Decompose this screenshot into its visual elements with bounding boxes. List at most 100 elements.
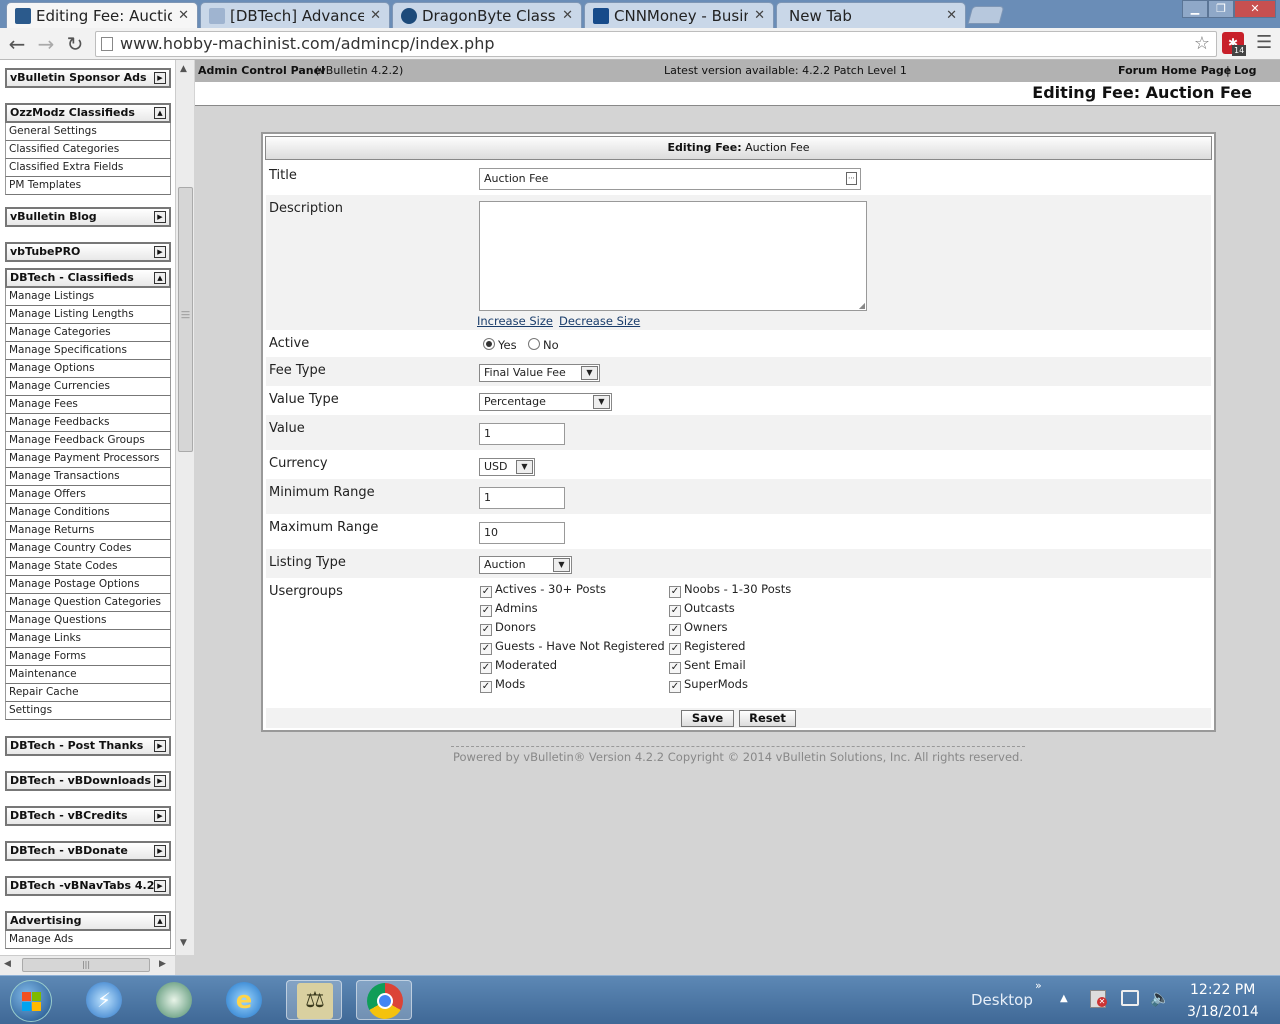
sidebar-item[interactable]: General Settings [5,123,171,141]
sidebar-item[interactable]: PM Templates [5,177,171,195]
desktop-label[interactable]: Desktop [971,991,1033,1009]
sidebar-group-header[interactable]: vBulletin Blog ▶ [5,207,171,227]
action-center-icon[interactable]: ✕ [1090,990,1107,1008]
fee-type-select[interactable]: Final Value Fee ▼ [479,364,600,382]
usergroup-checkbox[interactable]: ✓ Owners [669,620,728,636]
maximum-range-input[interactable]: 10 [479,522,565,544]
checkbox-checked-icon[interactable]: ✓ [480,605,492,617]
sidebar-group-header[interactable]: Advertising ▲ [5,911,171,931]
taskbar-app-browser[interactable] [146,980,202,1020]
usergroup-checkbox[interactable]: ✓ Admins [480,601,538,617]
sidebar-item[interactable]: Manage Categories [5,324,171,342]
tab-cnnmoney[interactable]: CNNMoney - Busines ✕ [584,2,774,28]
minimize-icon[interactable]: ▁ [1182,0,1208,18]
sidebar-item[interactable]: Manage Payment Processors [5,450,171,468]
address-bar[interactable]: www.hobby-machinist.com/admincp/index.ph… [95,31,1217,57]
reload-icon[interactable]: ↻ [63,32,87,56]
forward-arrow-icon[interactable]: → [34,32,58,56]
clock-date[interactable]: 3/18/2014 [1187,1004,1259,1020]
sidebar-group-header[interactable]: vbTubePRO ▶ [5,242,171,262]
sidebar-item[interactable]: Manage Postage Options [5,576,171,594]
taskbar-app-bolt[interactable]: ⚡ [76,980,132,1020]
sidebar-group-header[interactable]: DBTech -vBNavTabs 4.2 ▶ [5,876,171,896]
expand-icon[interactable]: ▶ [154,246,166,258]
menu-icon[interactable]: ☰ [1256,32,1272,53]
usergroup-checkbox[interactable]: ✓ Outcasts [669,601,735,617]
new-tab-button[interactable] [967,6,1005,24]
start-button[interactable] [10,980,52,1022]
reset-button[interactable]: Reset [739,710,796,727]
scroll-down-arrow-icon[interactable]: ▼ [180,938,187,948]
expand-icon[interactable]: ▶ [154,880,166,892]
expand-icon[interactable]: ▶ [154,775,166,787]
taskbar-chrome[interactable] [356,980,412,1020]
close-icon[interactable]: ✕ [370,8,381,23]
sidebar-item[interactable]: Manage Links [5,630,171,648]
usergroup-checkbox[interactable]: ✓ Registered [669,639,745,655]
scroll-right-arrow-icon[interactable]: ▶ [159,959,166,969]
expand-icon[interactable]: ▶ [154,211,166,223]
sidebar-vertical-scrollbar[interactable]: ▲ — — — ▼ [175,60,194,955]
sidebar-group-header[interactable]: DBTech - vBCredits ▶ [5,806,171,826]
checkbox-checked-icon[interactable]: ✓ [480,624,492,636]
clock-time[interactable]: 12:22 PM [1190,982,1255,998]
usergroup-checkbox[interactable]: ✓ Donors [480,620,536,636]
sidebar-item[interactable]: Manage Fees [5,396,171,414]
checkbox-checked-icon[interactable]: ✓ [669,662,681,674]
show-hidden-icons-icon[interactable]: ▲ [1060,993,1068,1004]
usergroup-checkbox[interactable]: ✓ Mods [480,677,525,693]
sidebar-item[interactable]: Classified Categories [5,141,171,159]
scroll-left-arrow-icon[interactable]: ◀ [4,959,11,969]
sidebar-item[interactable]: Manage Currencies [5,378,171,396]
checkbox-checked-icon[interactable]: ✓ [480,662,492,674]
save-button[interactable]: Save [681,710,734,727]
increase-size-link[interactable]: Increase Size [477,314,553,328]
tab-dbtech-advanced[interactable]: [DBTech] Advanced ✕ [200,2,390,28]
sidebar-item[interactable]: Classified Extra Fields [5,159,171,177]
sidebar-group-header[interactable]: OzzModz Classifieds ▲ [5,103,171,123]
scrollbar-thumb[interactable]: ||| [22,958,150,972]
sidebar-horizontal-scrollbar[interactable]: ◀ ||| ▶ [0,955,175,975]
sidebar-group-header[interactable]: DBTech - Classifieds ▲ [5,268,171,288]
collapse-icon[interactable]: ▲ [154,272,166,284]
taskbar-app-scales[interactable]: ⚖ [286,980,342,1020]
sidebar-item[interactable]: Manage Feedback Groups [5,432,171,450]
sidebar-item[interactable]: Manage Conditions [5,504,171,522]
title-input[interactable]: Auction Fee ⋯ [479,168,861,190]
autofill-icon[interactable]: ⋯ [846,172,857,185]
checkbox-checked-icon[interactable]: ✓ [669,605,681,617]
window-close-icon[interactable]: ✕ [1234,0,1276,18]
sidebar-item[interactable]: Manage Listings [5,288,171,306]
checkbox-checked-icon[interactable]: ✓ [480,586,492,598]
usergroup-checkbox[interactable]: ✓ SuperMods [669,677,748,693]
toolbar-expand-icon[interactable]: » [1035,979,1042,992]
forum-home-link[interactable]: Forum Home Page [1118,60,1231,82]
maximize-icon[interactable]: ❐ [1208,0,1234,18]
usergroup-checkbox[interactable]: ✓ Guests - Have Not Registered [480,639,665,655]
close-icon[interactable]: ✕ [562,8,573,23]
scroll-up-arrow-icon[interactable]: ▲ [180,64,187,74]
sidebar-item[interactable]: Settings [5,702,171,720]
active-no-radio[interactable] [528,338,540,350]
active-yes-radio[interactable] [483,338,495,350]
network-icon[interactable] [1121,990,1139,1006]
tab-editing-fee[interactable]: Editing Fee: Auction ✕ [6,2,198,28]
sidebar-item[interactable]: Manage Forms [5,648,171,666]
checkbox-checked-icon[interactable]: ✓ [480,643,492,655]
sidebar-item[interactable]: Maintenance [5,666,171,684]
usergroup-checkbox[interactable]: ✓ Noobs - 1-30 Posts [669,582,791,598]
taskbar-internet-explorer[interactable]: e [216,980,272,1020]
listing-type-select[interactable]: Auction ▼ [479,556,572,574]
checkbox-checked-icon[interactable]: ✓ [480,681,492,693]
checkbox-checked-icon[interactable]: ✓ [669,643,681,655]
close-icon[interactable]: ✕ [754,8,765,23]
checkbox-checked-icon[interactable]: ✓ [669,681,681,693]
usergroup-checkbox[interactable]: ✓ Moderated [480,658,557,674]
checkbox-checked-icon[interactable]: ✓ [669,586,681,598]
expand-icon[interactable]: ▶ [154,810,166,822]
usergroup-checkbox[interactable]: ✓ Sent Email [669,658,746,674]
sidebar-group-header[interactable]: DBTech - vBDownloads ▶ [5,771,171,791]
expand-icon[interactable]: ▶ [154,72,166,84]
minimum-range-input[interactable]: 1 [479,487,565,509]
close-icon[interactable]: ✕ [946,8,957,23]
